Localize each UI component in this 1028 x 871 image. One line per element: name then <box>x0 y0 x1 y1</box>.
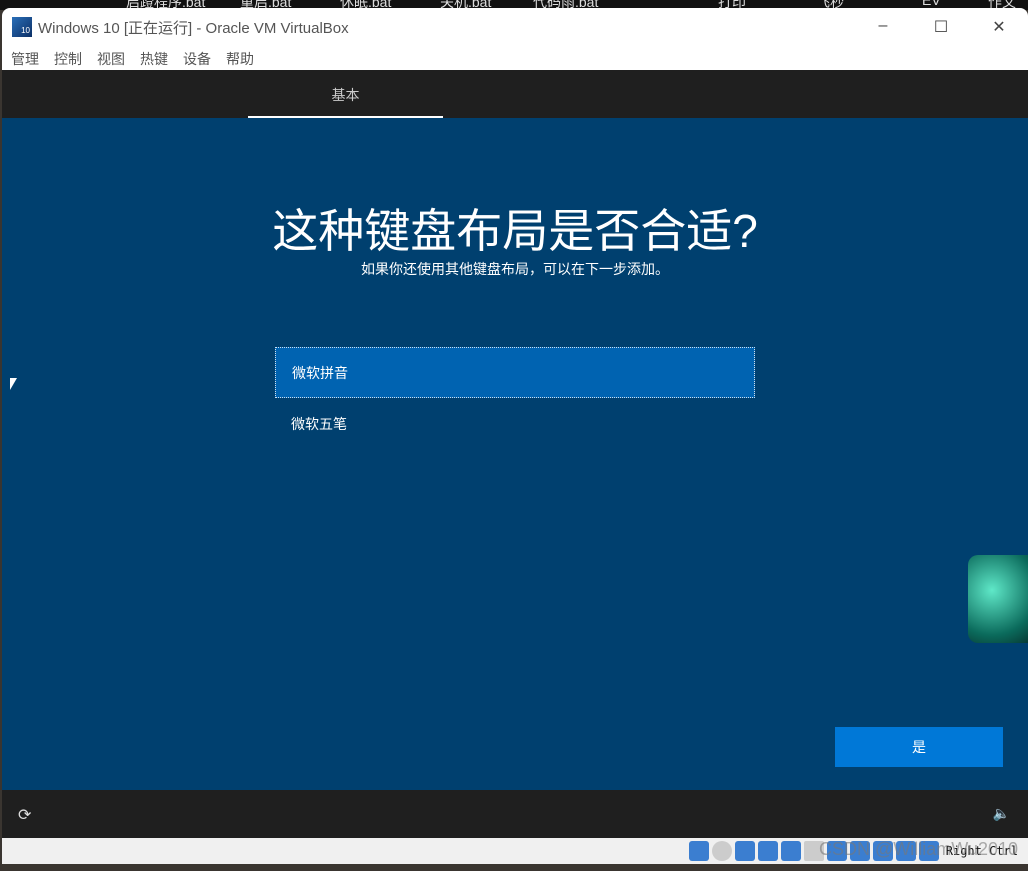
setup-bottom-bar: ⟳ 🔈 <box>2 790 1028 838</box>
vm-screen[interactable]: 基本 这种键盘布局是否合适? 如果你还使用其他键盘布局，可以在下一步添加。 微软… <box>2 70 1028 838</box>
window-title: Windows 10 [正在运行] - Oracle VM VirtualBox <box>38 19 349 37</box>
hard-disk-icon[interactable] <box>688 841 709 861</box>
status-bar: Right Ctrl CSDN @WilliamWu2010 <box>2 838 1028 864</box>
tab-basic: 基本 <box>248 70 443 118</box>
menu-manage[interactable]: 管理 <box>11 49 39 69</box>
menu-control[interactable]: 控制 <box>54 49 82 69</box>
watermark: CSDN @WilliamWu2010 <box>819 839 1018 859</box>
close-button[interactable]: ✕ <box>970 17 1028 37</box>
desktop-item[interactable]: EV <box>922 0 941 8</box>
setup-tabs: 基本 <box>2 70 1028 118</box>
page-title: 这种键盘布局是否合适? <box>272 205 758 257</box>
network-icon[interactable] <box>757 841 778 861</box>
mouse-cursor-icon <box>10 378 17 390</box>
volume-icon[interactable]: 🔈 <box>993 805 1010 822</box>
maximize-button[interactable]: ☐ <box>912 17 970 37</box>
menu-view[interactable]: 视图 <box>97 49 125 69</box>
title-bar: 10 Windows 10 [正在运行] - Oracle VM Virtual… <box>2 8 1028 46</box>
menu-hotkeys[interactable]: 热键 <box>140 49 168 69</box>
page-subtitle: 如果你还使用其他键盘布局，可以在下一步添加。 <box>361 261 669 277</box>
minimize-button[interactable]: – <box>854 17 912 37</box>
floating-widget[interactable] <box>968 555 1028 643</box>
layout-option-pinyin[interactable]: 微软拼音 <box>275 347 755 398</box>
accessibility-icon[interactable]: ⟳ <box>18 805 31 825</box>
menu-devices[interactable]: 设备 <box>183 49 211 69</box>
virtualbox-window: 10 Windows 10 [正在运行] - Oracle VM Virtual… <box>2 8 1028 864</box>
virtualbox-icon: 10 <box>12 17 32 37</box>
menu-bar: 管理 控制 视图 热键 设备 帮助 <box>2 46 1028 72</box>
audio-icon[interactable] <box>734 841 755 861</box>
yes-button[interactable]: 是 <box>835 727 1003 767</box>
usb-icon[interactable] <box>780 841 801 861</box>
optical-drive-icon[interactable] <box>711 841 732 861</box>
layout-option-wubi[interactable]: 微软五笔 <box>275 399 755 450</box>
menu-help[interactable]: 帮助 <box>226 49 254 69</box>
